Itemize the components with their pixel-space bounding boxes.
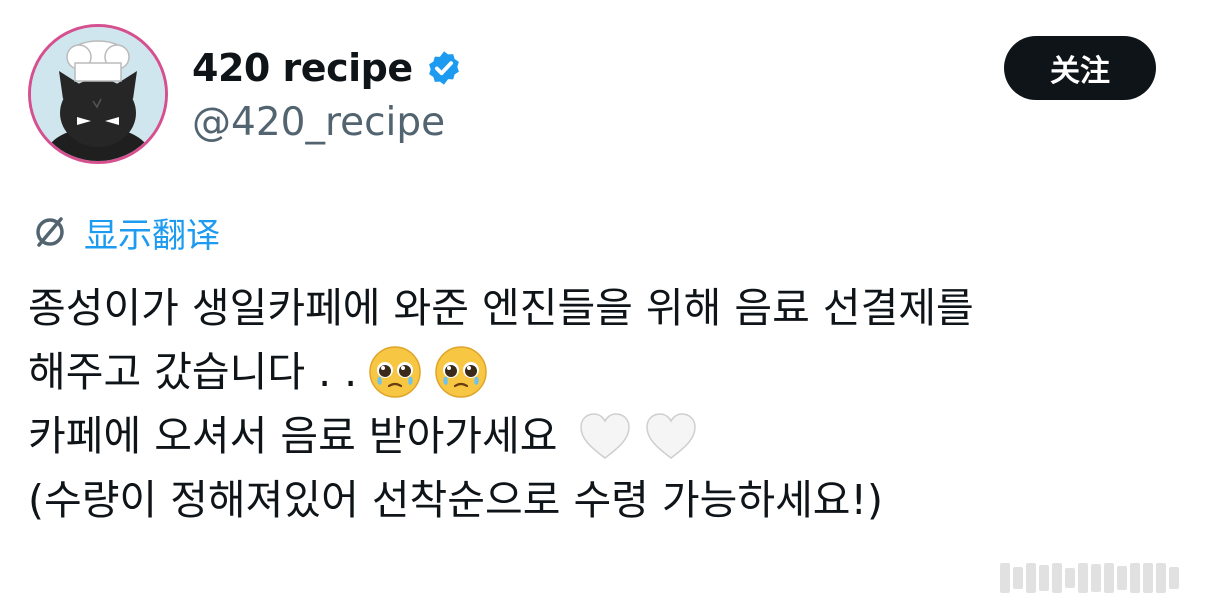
tweet-line: 카페에 오셔서 음료 받아가세요	[28, 404, 1188, 468]
tweet-line: 해주고 갔습니다 . .	[28, 340, 1188, 404]
avatar[interactable]	[28, 24, 168, 164]
chef-cat-avatar-icon	[31, 27, 165, 161]
translate-icon	[36, 217, 64, 247]
tweet-line: (수량이 정해져있어 선착순으로 수령 가능하세요!)	[28, 468, 1188, 532]
watermark	[1000, 560, 1196, 596]
white-heart-emoji-icon	[577, 408, 633, 464]
name-row: 420 recipe	[192, 40, 463, 96]
follow-button[interactable]: 关注	[1004, 36, 1156, 100]
verified-badge-icon	[428, 51, 459, 85]
tweet-line-text: (수량이 정해져있어 선착순으로 수령 가능하세요!)	[28, 476, 883, 524]
tweet-line: 종성이가 생일카페에 와준 엔진들을 위해 음료 선결제를	[28, 276, 1188, 340]
show-translation-link[interactable]: 显示翻译	[30, 206, 220, 258]
tweet-line-text: 해주고 갔습니다 . .	[28, 348, 358, 396]
white-heart-emoji-icon	[643, 408, 699, 464]
show-translation-label: 显示翻译	[84, 215, 220, 256]
tweet-line-text: 카페에 오셔서 음료 받아가세요	[28, 412, 558, 460]
tweet-line-text: 종성이가 생일카페에 와준 엔진들을 위해 음료 선결제를	[28, 284, 974, 332]
user-handle[interactable]: @420_recipe	[192, 100, 445, 145]
display-name[interactable]: 420 recipe	[192, 46, 413, 90]
pleading-face-emoji-icon	[367, 344, 423, 400]
tweet-text: 종성이가 생일카페에 와준 엔진들을 위해 음료 선결제를 해주고 갔습니다 .…	[28, 276, 1188, 532]
pleading-face-emoji-icon	[433, 344, 489, 400]
